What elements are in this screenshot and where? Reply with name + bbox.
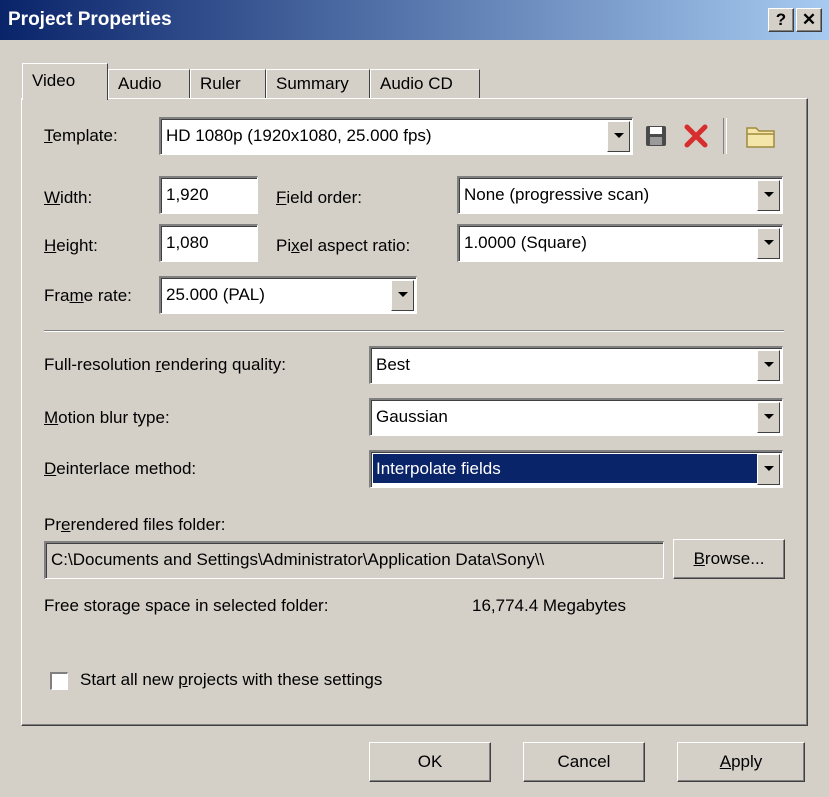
deinterlace-dropdown-arrow[interactable] [757,454,780,485]
close-button[interactable]: ✕ [796,8,822,32]
folder-icon[interactable] [744,121,778,151]
frame-rate-value: 25.000 (PAL) [166,285,265,304]
save-icon[interactable] [642,122,670,150]
rendering-quality-value: Best [376,355,411,374]
height-input[interactable]: 1,080 [159,224,258,262]
browse-button[interactable]: Browse... [673,539,785,579]
delete-icon[interactable] [681,121,711,151]
deinterlace-value: Interpolate fields [373,454,757,483]
project-properties-dialog: Project Properties ? ✕ Video Audio Ruler… [0,0,829,797]
pixel-aspect-label: Pixel aspect ratio: [276,236,411,255]
template-value: HD 1080p (1920x1080, 25.000 fps) [166,126,432,145]
pixel-aspect-dropdown-arrow[interactable] [757,228,780,259]
prerendered-folder-label: Prerendered files folder: [44,515,226,534]
start-all-projects-checkbox[interactable] [50,672,68,690]
frame-rate-dropdown-arrow[interactable] [391,280,414,311]
motion-blur-dropdown[interactable]: Gaussian [369,398,783,436]
template-dropdown[interactable]: HD 1080p (1920x1080, 25.000 fps) [159,117,633,155]
template-dropdown-arrow[interactable] [607,121,630,152]
apply-button[interactable]: Apply [677,742,805,782]
frame-rate-label: Frame rate: [44,286,132,305]
motion-blur-value: Gaussian [376,407,448,426]
title-bar[interactable]: Project Properties ? ✕ [0,0,829,40]
rendering-quality-dropdown-arrow[interactable] [757,350,780,381]
help-button[interactable]: ? [768,8,794,32]
motion-blur-label: Motion blur type: [44,408,170,427]
prerendered-folder-path[interactable]: C:\Documents and Settings\Administrator\… [44,541,664,579]
tab-summary[interactable]: Summary [266,69,370,99]
width-label: Width: [44,188,93,207]
field-order-dropdown[interactable]: None (progressive scan) [457,176,783,214]
tab-ruler[interactable]: Ruler [190,69,266,99]
rendering-quality-dropdown[interactable]: Best [369,346,783,384]
tab-audio-cd[interactable]: Audio CD [370,69,480,99]
pixel-aspect-dropdown[interactable]: 1.0000 (Square) [457,224,783,262]
frame-rate-dropdown[interactable]: 25.000 (PAL) [159,276,417,314]
free-space-value: 16,774.4 Megabytes [472,596,627,615]
width-input[interactable]: 1,920 [159,176,258,214]
template-label: Template: [44,126,118,145]
motion-blur-dropdown-arrow[interactable] [757,402,780,433]
start-all-projects-label: Start all new projects with these settin… [80,670,383,689]
separator [44,330,784,332]
field-order-dropdown-arrow[interactable] [757,180,780,211]
deinterlace-dropdown[interactable]: Interpolate fields [369,450,783,488]
tab-audio[interactable]: Audio [108,69,190,99]
rendering-quality-label: Full-resolution rendering quality: [44,355,286,374]
ok-button[interactable]: OK [369,742,491,782]
free-space-label: Free storage space in selected folder: [44,596,329,615]
field-order-value: None (progressive scan) [464,185,650,204]
cancel-button[interactable]: Cancel [523,742,645,782]
window-title: Project Properties [8,9,172,30]
pixel-aspect-value: 1.0000 (Square) [464,233,587,252]
tab-video[interactable]: Video [22,63,108,100]
toolbar-separator [723,118,727,154]
height-label: Height: [44,236,98,255]
field-order-label: Field order: [276,188,362,207]
deinterlace-label: Deinterlace method: [44,459,197,478]
